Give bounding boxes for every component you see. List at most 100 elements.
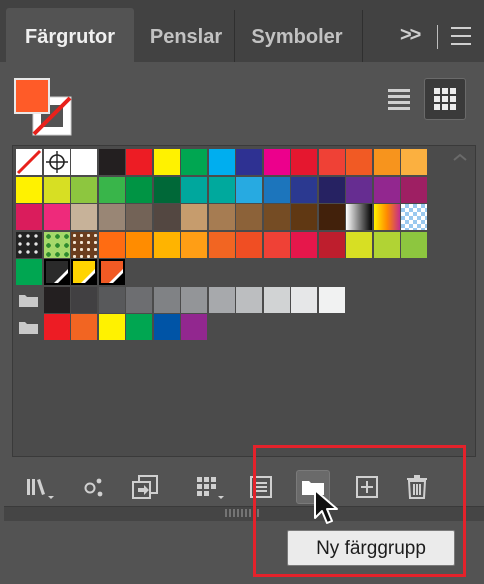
swatch-libraries-menu-button[interactable] bbox=[22, 470, 56, 504]
delete-swatch-button[interactable] bbox=[400, 470, 434, 504]
color-swatch[interactable] bbox=[318, 231, 345, 258]
color-swatch[interactable] bbox=[181, 314, 207, 340]
global-color-swatch[interactable] bbox=[71, 259, 97, 285]
color-swatch[interactable] bbox=[318, 286, 345, 313]
color-swatch[interactable] bbox=[181, 231, 207, 258]
color-swatch[interactable] bbox=[153, 314, 180, 340]
color-swatch[interactable] bbox=[346, 176, 372, 203]
swatch-options-button[interactable] bbox=[244, 470, 278, 504]
gradient-swatch[interactable] bbox=[401, 204, 427, 230]
tab-swatches[interactable]: Färgrutor bbox=[6, 8, 134, 62]
color-swatch[interactable] bbox=[263, 176, 290, 203]
color-swatch[interactable] bbox=[126, 286, 152, 313]
color-swatch[interactable] bbox=[208, 204, 235, 230]
scroll-up-icon[interactable] bbox=[452, 152, 468, 162]
color-swatch[interactable] bbox=[373, 176, 400, 203]
color-swatch[interactable] bbox=[236, 204, 262, 230]
color-swatch[interactable] bbox=[236, 149, 262, 175]
color-swatch[interactable] bbox=[263, 204, 290, 230]
pattern-swatch[interactable] bbox=[43, 231, 70, 258]
registration-swatch[interactable] bbox=[43, 149, 70, 175]
color-swatch[interactable] bbox=[98, 176, 125, 203]
color-swatch[interactable] bbox=[291, 231, 317, 258]
none-swatch[interactable] bbox=[16, 149, 42, 175]
color-swatch[interactable] bbox=[98, 286, 125, 313]
color-swatch[interactable] bbox=[181, 204, 207, 230]
color-swatch[interactable] bbox=[401, 231, 427, 258]
color-swatch[interactable] bbox=[208, 286, 235, 313]
panel-menu-icon[interactable] bbox=[451, 27, 471, 45]
color-swatch[interactable] bbox=[153, 149, 180, 175]
color-swatch[interactable] bbox=[153, 231, 180, 258]
color-swatch[interactable] bbox=[71, 286, 97, 313]
color-swatch[interactable] bbox=[98, 149, 125, 175]
new-swatch-button[interactable] bbox=[350, 470, 384, 504]
add-selected-to-library-button[interactable] bbox=[128, 470, 162, 504]
color-swatch[interactable] bbox=[291, 149, 317, 175]
color-swatch[interactable] bbox=[126, 204, 152, 230]
gradient-swatch[interactable] bbox=[373, 204, 400, 230]
color-swatch[interactable] bbox=[16, 204, 42, 230]
color-swatch[interactable] bbox=[43, 286, 70, 313]
open-color-themes-button[interactable] bbox=[76, 470, 110, 504]
pattern-swatch[interactable] bbox=[16, 231, 42, 258]
color-swatch[interactable] bbox=[71, 314, 97, 340]
color-swatch[interactable] bbox=[98, 204, 125, 230]
color-swatch[interactable] bbox=[16, 176, 42, 203]
resize-grip-icon[interactable] bbox=[225, 509, 259, 517]
color-group-folder-icon[interactable] bbox=[16, 287, 42, 313]
global-color-swatch[interactable] bbox=[43, 259, 70, 285]
color-swatch[interactable] bbox=[263, 149, 290, 175]
color-group-folder-icon[interactable] bbox=[16, 314, 42, 340]
color-swatch[interactable] bbox=[291, 204, 317, 230]
color-swatch[interactable] bbox=[318, 176, 345, 203]
color-swatch[interactable] bbox=[98, 231, 125, 258]
gradient-swatch[interactable] bbox=[346, 204, 372, 230]
color-swatch[interactable] bbox=[346, 149, 372, 175]
color-swatch[interactable] bbox=[236, 286, 262, 313]
color-swatch[interactable] bbox=[126, 231, 152, 258]
color-swatch[interactable] bbox=[16, 259, 42, 285]
tab-symbols[interactable]: Symboler bbox=[236, 8, 358, 62]
color-swatch[interactable] bbox=[153, 286, 180, 313]
color-swatch[interactable] bbox=[208, 176, 235, 203]
color-swatch[interactable] bbox=[401, 176, 427, 203]
color-swatch[interactable] bbox=[291, 176, 317, 203]
color-swatch[interactable] bbox=[318, 149, 345, 175]
color-swatch[interactable] bbox=[373, 231, 400, 258]
tab-overflow-button[interactable]: >> bbox=[400, 24, 421, 47]
tab-brushes[interactable]: Penslar bbox=[138, 8, 234, 62]
color-swatch[interactable] bbox=[236, 176, 262, 203]
color-swatch[interactable] bbox=[263, 286, 290, 313]
grid-view-button[interactable] bbox=[424, 78, 466, 120]
color-swatch[interactable] bbox=[98, 314, 125, 340]
color-swatch[interactable] bbox=[153, 176, 180, 203]
color-swatch[interactable] bbox=[318, 204, 345, 230]
show-swatch-kinds-button[interactable] bbox=[192, 470, 226, 504]
color-swatch[interactable] bbox=[181, 149, 207, 175]
color-swatch[interactable] bbox=[346, 231, 372, 258]
color-swatch[interactable] bbox=[43, 314, 70, 340]
color-swatch[interactable] bbox=[236, 231, 262, 258]
color-swatch[interactable] bbox=[153, 204, 180, 230]
fill-color-swatch[interactable] bbox=[14, 78, 50, 114]
color-swatch[interactable] bbox=[208, 231, 235, 258]
color-swatch[interactable] bbox=[43, 204, 70, 230]
color-swatch[interactable] bbox=[291, 286, 317, 313]
color-swatch[interactable] bbox=[181, 176, 207, 203]
color-swatch[interactable] bbox=[401, 149, 427, 175]
global-color-swatch[interactable] bbox=[98, 259, 125, 285]
color-swatch[interactable] bbox=[71, 176, 97, 203]
pattern-swatch[interactable] bbox=[71, 231, 97, 258]
color-swatch[interactable] bbox=[126, 314, 152, 340]
color-swatch[interactable] bbox=[181, 286, 207, 313]
color-swatch[interactable] bbox=[126, 149, 152, 175]
color-swatch[interactable] bbox=[126, 176, 152, 203]
color-swatch[interactable] bbox=[43, 176, 70, 203]
color-swatch[interactable] bbox=[263, 231, 290, 258]
color-swatch[interactable] bbox=[71, 149, 97, 175]
color-swatch[interactable] bbox=[208, 149, 235, 175]
color-swatch[interactable] bbox=[71, 204, 97, 230]
list-view-button[interactable] bbox=[378, 78, 420, 120]
color-swatch[interactable] bbox=[373, 149, 400, 175]
